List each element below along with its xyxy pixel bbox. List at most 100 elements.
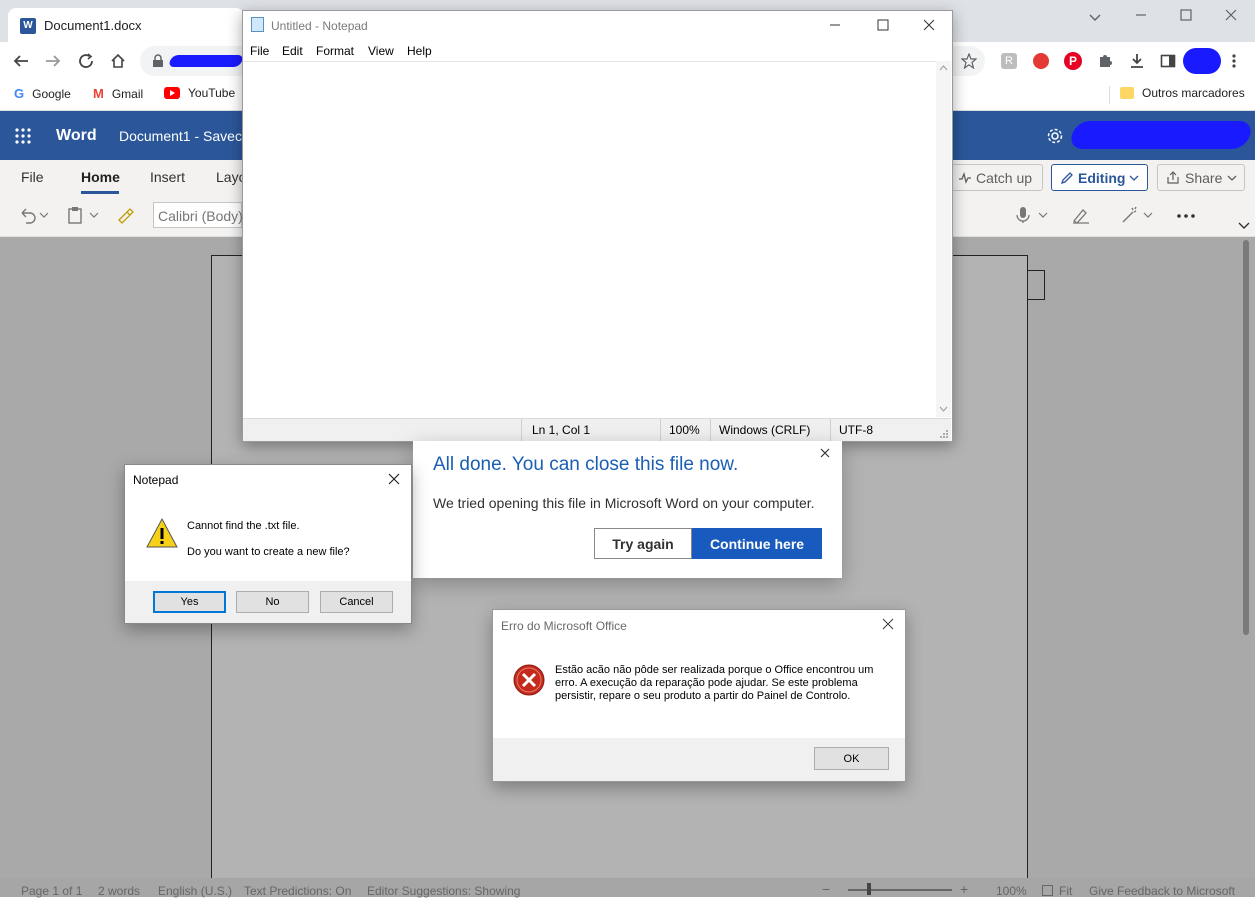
zoom-slider-thumb[interactable] <box>867 883 871 895</box>
pinterest-icon[interactable]: P <box>1064 52 1082 70</box>
home-icon[interactable] <box>109 52 127 70</box>
cancel-button[interactable]: Cancel <box>320 591 393 613</box>
browser-menu-icon[interactable] <box>1231 53 1237 69</box>
word-doc-title[interactable]: Document1 - Savec <box>119 128 242 144</box>
error-dialog-close-icon[interactable] <box>882 618 894 630</box>
editing-mode-button[interactable]: Editing <box>1051 164 1148 191</box>
redacted-url <box>167 55 245 67</box>
language-status[interactable]: English (U.S.) <box>158 884 232 898</box>
undo-icon[interactable] <box>18 206 48 224</box>
message-box-close-icon[interactable] <box>388 473 400 485</box>
bookmark-youtube[interactable]: YouTube <box>164 86 235 100</box>
dictate-icon[interactable] <box>1015 206 1051 224</box>
notepad-window: Untitled - Notepad File Edit Format View… <box>242 10 953 442</box>
settings-gear-icon[interactable] <box>1046 127 1064 145</box>
more-options-icon[interactable] <box>1176 213 1196 219</box>
app-launcher-icon[interactable] <box>15 128 31 144</box>
notepad-app-icon <box>251 17 264 32</box>
fit-label[interactable]: Fit <box>1059 884 1072 898</box>
font-name-box[interactable]: Calibri (Body) <box>153 202 243 228</box>
scroll-down-icon[interactable] <box>939 406 948 412</box>
feedback-link[interactable]: Give Feedback to Microsoft <box>1089 884 1235 898</box>
address-bar[interactable] <box>140 46 245 76</box>
zoom-in-icon[interactable]: + <box>960 881 968 897</box>
ribbon-collapse-icon[interactable] <box>1238 222 1250 230</box>
extensions-puzzle-icon[interactable] <box>1097 53 1113 69</box>
bookmark-gmail[interactable]: M Gmail <box>93 86 143 101</box>
error-message: Estão acão não pôde ser realizada porque… <box>555 664 874 702</box>
scroll-up-icon[interactable] <box>939 65 948 71</box>
download-icon[interactable] <box>1128 52 1146 70</box>
designer-wand-icon[interactable] <box>1120 206 1156 224</box>
bookmark-label: YouTube <box>188 86 236 100</box>
line-ending: Windows (CRLF) <box>719 423 811 437</box>
notepad-minimize-icon[interactable] <box>829 19 841 31</box>
message-box-footer: Yes No Cancel <box>125 581 411 623</box>
extension-r-icon[interactable]: R <box>1001 53 1017 69</box>
try-again-button[interactable]: Try again <box>594 528 692 559</box>
bookmark-google[interactable]: G Google <box>14 86 71 101</box>
fit-checkbox[interactable] <box>1042 885 1053 896</box>
notepad-menu-format[interactable]: Format <box>316 44 354 58</box>
message-line-1: Cannot find the .txt file. <box>187 520 300 532</box>
zoom-slider[interactable] <box>848 889 952 891</box>
text-predictions-status[interactable]: Text Predictions: On <box>244 884 351 898</box>
share-button[interactable]: Share <box>1157 164 1245 191</box>
close-window-icon[interactable] <box>1224 8 1238 22</box>
zoom-level[interactable]: 100% <box>996 884 1027 898</box>
ok-button[interactable]: OK <box>814 747 889 770</box>
extension-red-icon[interactable] <box>1033 53 1049 69</box>
notepad-status-bar: Ln 1, Col 1 100% Windows (CRLF) UTF-8 <box>243 418 951 441</box>
encoding: UTF-8 <box>839 423 873 437</box>
notepad-menu-help[interactable]: Help <box>407 44 432 58</box>
notepad-menu-edit[interactable]: Edit <box>282 44 303 58</box>
notepad-maximize-icon[interactable] <box>877 19 889 31</box>
back-icon[interactable] <box>12 52 30 70</box>
redacted-account-name <box>1068 121 1254 149</box>
active-tab-underline <box>81 191 119 194</box>
reload-icon[interactable] <box>77 52 95 70</box>
side-panel-icon[interactable] <box>1160 53 1176 69</box>
tab-insert[interactable]: Insert <box>150 169 185 185</box>
dialog-heading: All done. You can close this file now. <box>433 454 739 475</box>
tab-home[interactable]: Home <box>81 169 120 185</box>
other-bookmarks[interactable]: Outros marcadores <box>1120 86 1245 100</box>
clipboard-icon[interactable] <box>66 206 102 224</box>
share-icon <box>1167 170 1179 184</box>
minimize-icon[interactable] <box>1134 8 1148 22</box>
catch-up-button[interactable]: Catch up <box>951 164 1043 191</box>
maximize-icon[interactable] <box>1179 8 1193 22</box>
redacted-profile-avatar[interactable] <box>1183 48 1221 74</box>
editor-icon[interactable] <box>1071 206 1091 224</box>
word-count[interactable]: 2 words <box>98 884 140 898</box>
bookmark-star-icon[interactable] <box>961 53 977 69</box>
address-bar-end[interactable] <box>951 46 985 76</box>
bookmark-label: Google <box>32 86 71 101</box>
notepad-title: Untitled - Notepad <box>271 19 368 33</box>
tab-search-icon[interactable] <box>1088 10 1102 24</box>
word-app-name[interactable]: Word <box>56 127 97 145</box>
dialog-close-icon[interactable] <box>820 448 830 458</box>
format-painter-icon[interactable] <box>116 206 134 224</box>
open-in-desktop-dialog: All done. You can close this file now. W… <box>413 441 842 578</box>
resize-grip-icon[interactable] <box>939 429 949 439</box>
zoom-out-icon[interactable]: − <box>822 881 830 897</box>
notepad-scrollbar[interactable] <box>936 61 951 417</box>
yes-button[interactable]: Yes <box>153 591 226 613</box>
browser-tab[interactable]: W Document1.docx <box>8 8 244 42</box>
error-dialog-footer: OK <box>493 738 905 781</box>
vertical-scrollbar[interactable] <box>1243 240 1249 635</box>
page-marker-box <box>1028 270 1045 300</box>
notepad-close-icon[interactable] <box>923 19 935 31</box>
editor-suggestions-status[interactable]: Editor Suggestions: Showing <box>367 884 520 898</box>
share-label: Share <box>1185 169 1223 186</box>
continue-here-button[interactable]: Continue here <box>692 528 822 559</box>
no-button[interactable]: No <box>236 591 309 613</box>
bookmark-label: Gmail <box>111 86 144 101</box>
notepad-menu-file[interactable]: File <box>250 44 269 58</box>
tab-file[interactable]: File <box>21 169 44 185</box>
notepad-menu-view[interactable]: View <box>368 44 394 58</box>
notepad-text-area[interactable] <box>243 61 936 418</box>
forward-icon[interactable] <box>44 52 62 70</box>
folder-icon <box>1120 87 1134 99</box>
